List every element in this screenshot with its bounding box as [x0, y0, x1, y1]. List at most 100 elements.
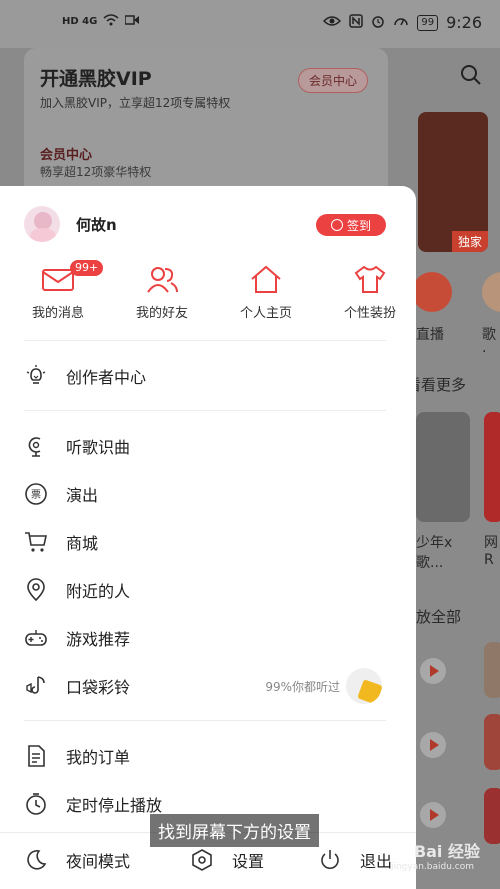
gear-icon [192, 849, 212, 871]
vip-title: 开通黑胶VIP [40, 68, 152, 90]
menu-label: 商城 [66, 534, 99, 553]
play-icon[interactable] [420, 802, 446, 828]
menu-label: 我的订单 [66, 748, 131, 767]
background-circle-icon[interactable] [412, 272, 452, 312]
menu-label: 附近的人 [66, 582, 131, 601]
playlist-title-1: 少年x [416, 535, 453, 551]
play-icon[interactable] [420, 732, 446, 758]
quick-actions: 99+ 我的消息 我的好友 个人主页 个性装扮 [0, 260, 416, 334]
divider [24, 340, 386, 341]
menu-label: 演出 [66, 486, 99, 505]
ringtone-icon [26, 676, 45, 694]
quick-homepage[interactable]: 个人主页 [220, 264, 312, 334]
gamepad-icon [25, 630, 47, 646]
battery-indicator: 99 [417, 14, 439, 31]
video-icon [124, 15, 140, 28]
power-icon [321, 850, 339, 869]
settings-button[interactable]: 设置 [190, 848, 264, 872]
menu-label: 定时停止播放 [66, 796, 163, 815]
background-banner[interactable]: 独家 [418, 112, 488, 252]
quick-messages[interactable]: 99+ 我的消息 [12, 260, 104, 334]
order-icon [28, 745, 45, 767]
menu-nearby[interactable]: 附近的人 [24, 570, 386, 610]
vip-center-subtitle: 畅享超12项豪华特权 [40, 165, 152, 179]
signin-button[interactable]: 签到 [316, 214, 386, 236]
timer-icon [26, 793, 46, 815]
status-bar: HD 4G 99 9:26 [0, 0, 500, 48]
tshirt-icon [354, 265, 386, 293]
logout-button[interactable]: 退出 [318, 848, 392, 872]
status-left: HD 4G [62, 14, 140, 29]
alarm-icon [371, 14, 385, 32]
play-icon[interactable] [420, 658, 446, 684]
menu-label: 游戏推荐 [66, 630, 131, 649]
vip-center-title: 会员中心 [40, 148, 93, 163]
song-cover [484, 642, 500, 698]
quick-dressup[interactable]: 个性装扮 [324, 264, 416, 334]
playlist2-title-2: R [484, 552, 494, 568]
friends-icon [147, 267, 178, 293]
quick-friends[interactable]: 我的好友 [116, 264, 208, 334]
night-mode-button[interactable]: 夜间模式 [24, 848, 130, 872]
username[interactable]: 何故n [76, 214, 117, 235]
home-icon [251, 265, 281, 293]
ringtone-hint: 99%你都听过 [265, 679, 340, 694]
video-subtitle: 找到屏幕下方的设置 [150, 814, 319, 847]
quick-label: 个性装扮 [343, 306, 396, 321]
song-cover [484, 714, 500, 770]
status-right: 99 9:26 [323, 13, 482, 32]
song-cover [484, 788, 500, 844]
menu-label: 口袋彩铃 [66, 678, 131, 697]
menu-orders[interactable]: 我的订单 [24, 736, 386, 776]
play-all-button[interactable]: 放全部 [416, 606, 461, 627]
divider [24, 720, 386, 721]
vip-subtitle: 加入黑胶VIP，立享超12项专属特权 [40, 96, 231, 110]
cart-icon [25, 532, 47, 552]
quick-label: 我的好友 [135, 306, 188, 321]
eye-icon [323, 15, 342, 31]
side-drawer: 何故n 签到 99+ 我的消息 我的好友 个人主页 个性装扮 创作者中心 听歌识 [0, 186, 416, 889]
microphone-icon [28, 437, 41, 457]
clock: 9:26 [446, 13, 482, 32]
search-icon[interactable] [460, 64, 482, 86]
avatar[interactable] [24, 206, 60, 242]
baidu-watermark-url: jingyan.baidu.com [390, 862, 474, 872]
settings-label: 设置 [232, 852, 265, 871]
signin-label: 签到 [346, 218, 371, 233]
speed-icon [393, 14, 409, 32]
logout-label: 退出 [360, 852, 393, 871]
moon-icon [27, 850, 47, 870]
menu-label: 听歌识曲 [66, 438, 131, 457]
divider [24, 410, 386, 411]
profile-row[interactable]: 何故n [24, 206, 117, 242]
menu-creator-center[interactable]: 创作者中心 [24, 356, 386, 396]
nfc-icon [349, 13, 364, 32]
wifi-icon [103, 14, 119, 29]
location-icon [27, 578, 45, 602]
background-playlist-card-2[interactable] [484, 412, 500, 522]
menu-games[interactable]: 游戏推荐 [24, 618, 386, 658]
background-circle2-label: 歌· [482, 327, 496, 360]
background-circle-label: 直播 [416, 327, 444, 343]
ringtone-thumbnail [346, 668, 382, 704]
exclusive-tag: 独家 [451, 231, 488, 252]
svg-text:票: 票 [31, 489, 41, 501]
menu-mall[interactable]: 商城 [24, 522, 386, 562]
menu-label: 创作者中心 [66, 368, 147, 387]
quick-label: 我的消息 [31, 306, 84, 321]
playlist2-title-1: 网 [484, 535, 498, 551]
menu-shows[interactable]: 票 演出 [24, 474, 386, 514]
menu-ringtone[interactable]: 口袋彩铃 99%你都听过 [24, 666, 386, 706]
menu-recognize-song[interactable]: 听歌识曲 [24, 426, 386, 466]
vip-card[interactable]: 开通黑胶VIP 加入黑胶VIP，立享超12项专属特权 会员中心 会员中心 畅享超… [24, 48, 388, 198]
background-playlist-card[interactable] [416, 412, 470, 522]
baidu-watermark: Bai 经验 [413, 842, 480, 861]
night-mode-label: 夜间模式 [66, 852, 131, 871]
member-center-button[interactable]: 会员中心 [297, 68, 368, 93]
network-indicator: HD 4G [62, 16, 98, 27]
lightbulb-icon [26, 365, 46, 384]
background-circle-icon-2[interactable] [482, 272, 500, 312]
quick-label: 个人主页 [239, 306, 292, 321]
message-badge: 99+ [70, 260, 104, 276]
playlist-title-2: 歌... [416, 555, 444, 571]
